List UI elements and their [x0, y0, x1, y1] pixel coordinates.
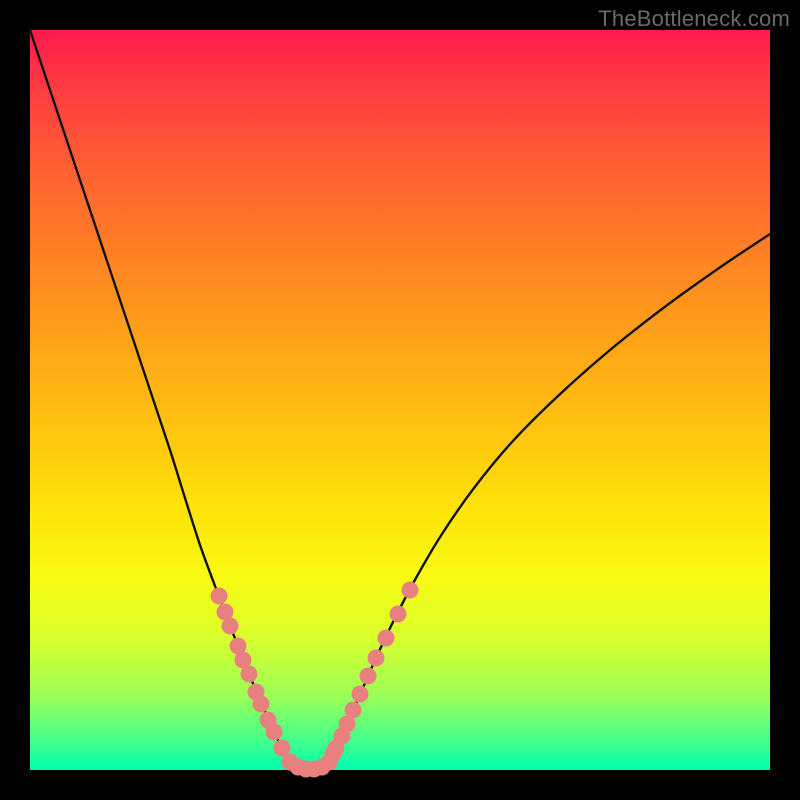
curve-layer — [30, 30, 770, 770]
plot-area — [30, 30, 770, 770]
data-dot — [241, 666, 258, 683]
data-dot — [253, 696, 270, 713]
data-dot — [360, 668, 377, 685]
data-dot — [378, 630, 395, 647]
watermark-text: TheBottleneck.com — [598, 6, 790, 32]
data-dot — [222, 618, 239, 635]
data-dot — [345, 702, 362, 719]
data-dots — [211, 582, 419, 778]
data-dot — [352, 686, 369, 703]
data-dot — [321, 754, 338, 771]
bottleneck-curve — [30, 30, 770, 770]
data-dot — [266, 724, 283, 741]
data-dot — [368, 650, 385, 667]
data-dot — [402, 582, 419, 599]
chart-container: TheBottleneck.com — [0, 0, 800, 800]
data-dot — [390, 606, 407, 623]
data-dot — [211, 588, 228, 605]
v-curve-path — [30, 30, 770, 770]
